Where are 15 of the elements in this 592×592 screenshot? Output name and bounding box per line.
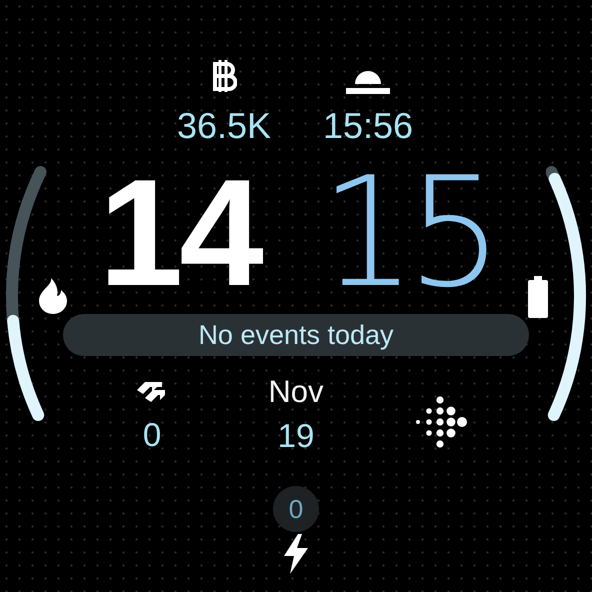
hours: 14: [98, 157, 260, 309]
complication-button[interactable]: 0: [273, 486, 319, 532]
events-bar[interactable]: No events today: [63, 314, 529, 356]
complication-value: 0: [142, 418, 162, 451]
flame-icon: [37, 277, 69, 315]
sunrise-icon: [346, 70, 390, 94]
complication-value: 36.5K: [176, 108, 272, 144]
minutes: 15: [320, 157, 494, 309]
complication-value: 15:56: [322, 108, 414, 144]
bitcoin-icon: [211, 58, 237, 94]
lightning-icon: [282, 534, 310, 574]
month-label: Nov: [268, 376, 324, 407]
events-text: No events today: [198, 320, 394, 350]
battery-icon: [527, 276, 549, 318]
complication-value: 19: [278, 419, 314, 452]
